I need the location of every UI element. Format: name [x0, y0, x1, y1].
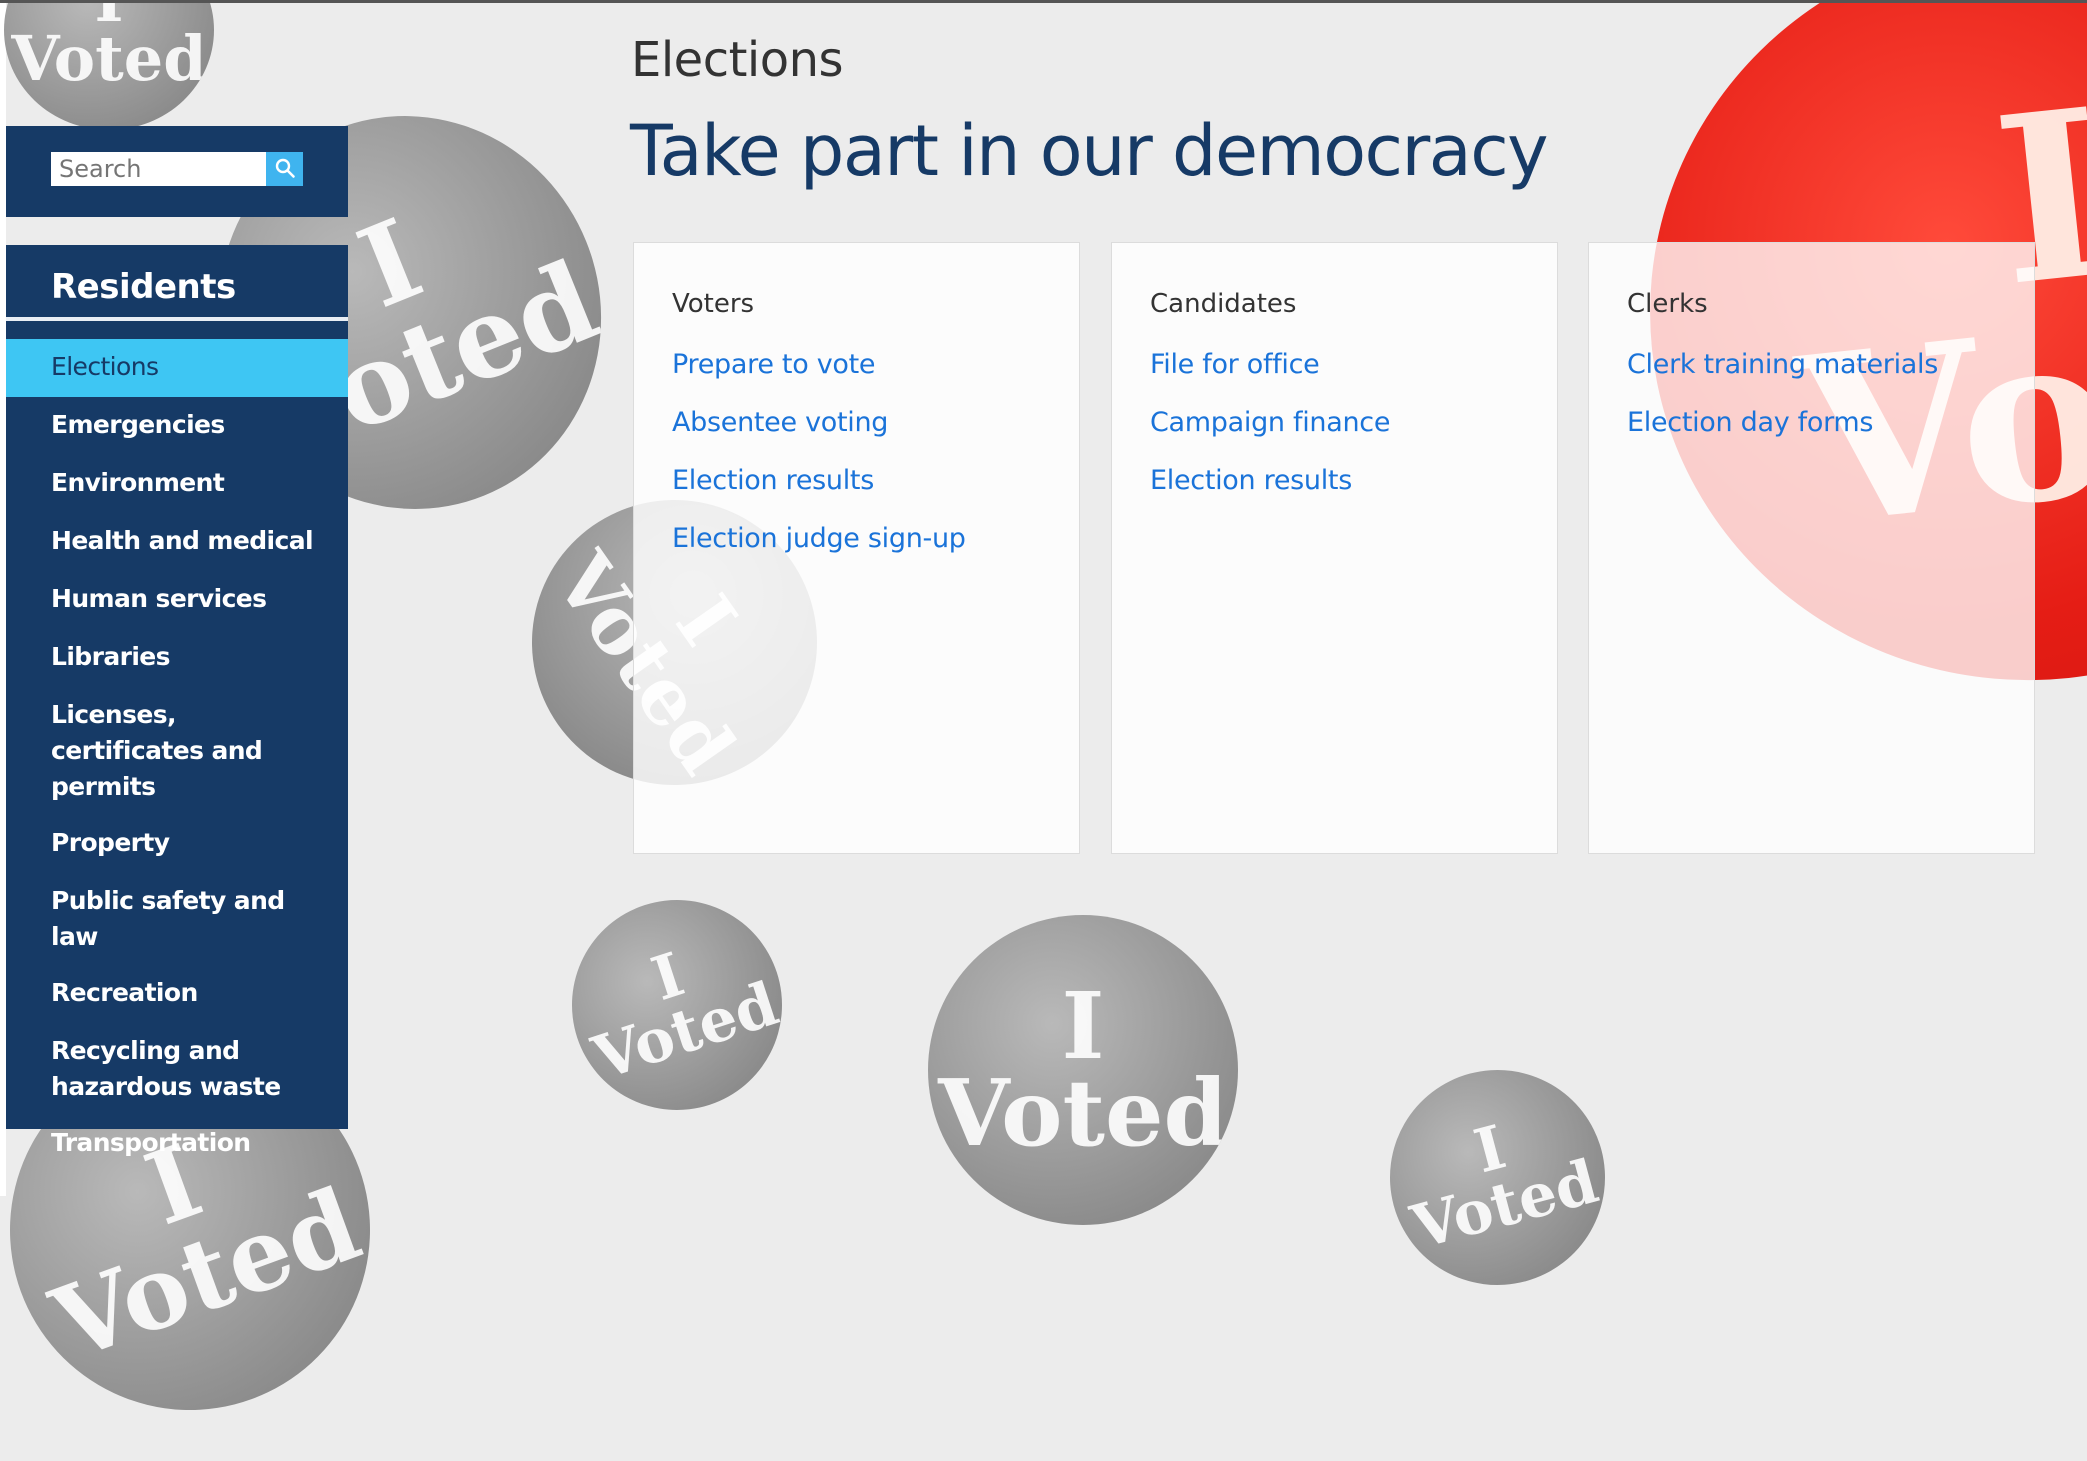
sidebar-item-recreation[interactable]: Recreation	[6, 965, 348, 1023]
search-bar	[6, 126, 348, 217]
link-file-for-office[interactable]: File for office	[1150, 349, 1320, 380]
card-link-list: Clerk training materials Election day fo…	[1627, 349, 1938, 465]
card-clerks: Clerks Clerk training materials Election…	[1588, 242, 2035, 854]
card-voters: Voters Prepare to vote Absentee voting E…	[633, 242, 1080, 854]
search-icon	[274, 157, 296, 182]
sidebar-item-public-safety[interactable]: Public safety and law	[6, 873, 348, 965]
sidebar-item-elections[interactable]: Elections	[6, 339, 348, 397]
voted-sticker-top-left: I Voted	[4, 0, 214, 130]
card-link-list: File for office Campaign finance Electio…	[1150, 349, 1390, 523]
sidebar-item-libraries[interactable]: Libraries	[6, 629, 348, 687]
voted-sticker-bottom-center: I Voted	[928, 915, 1238, 1225]
search-input[interactable]	[51, 152, 266, 186]
voted-sticker-bottom-right: I Voted	[1365, 1045, 1630, 1310]
link-election-results[interactable]: Election results	[1150, 465, 1352, 496]
voted-sticker-bottom-left: I Voted	[544, 872, 810, 1138]
card-title: Voters	[672, 289, 755, 319]
sidebar-item-environment[interactable]: Environment	[6, 455, 348, 513]
link-clerk-training-materials[interactable]: Clerk training materials	[1627, 349, 1938, 380]
card-title: Candidates	[1150, 289, 1297, 319]
sidebar-item-human-services[interactable]: Human services	[6, 571, 348, 629]
card-link-list: Prepare to vote Absentee voting Election…	[672, 349, 966, 581]
window-top-edge	[0, 0, 2087, 3]
link-election-judge-sign-up[interactable]: Election judge sign-up	[672, 523, 966, 554]
link-election-results[interactable]: Election results	[672, 465, 874, 496]
sidebar-menu: Elections Emergencies Environment Health…	[6, 339, 348, 1173]
sidebar-item-transportation[interactable]: Transportation	[6, 1115, 348, 1173]
sidebar-item-health-and-medical[interactable]: Health and medical	[6, 513, 348, 571]
card-title: Clerks	[1627, 289, 1708, 319]
residents-sidebar: Residents Elections Emergencies Environm…	[6, 245, 348, 1157]
sidebar-item-recycling[interactable]: Recycling and hazardous waste	[6, 1023, 281, 1115]
link-prepare-to-vote[interactable]: Prepare to vote	[672, 349, 876, 380]
sidebar-heading: Residents	[51, 267, 236, 307]
link-absentee-voting[interactable]: Absentee voting	[672, 407, 888, 438]
search-button[interactable]	[266, 152, 303, 186]
section-title: Elections	[631, 32, 844, 88]
sidebar-divider	[6, 317, 348, 321]
sidebar-item-emergencies[interactable]: Emergencies	[6, 397, 348, 455]
link-campaign-finance[interactable]: Campaign finance	[1150, 407, 1390, 438]
link-election-day-forms[interactable]: Election day forms	[1627, 407, 1873, 438]
sidebar-item-property[interactable]: Property	[6, 815, 348, 873]
card-candidates: Candidates File for office Campaign fina…	[1111, 242, 1558, 854]
sidebar-item-licenses[interactable]: Licenses, certificates and permits	[6, 687, 321, 815]
page-title: Take part in our democracy	[630, 110, 1549, 192]
